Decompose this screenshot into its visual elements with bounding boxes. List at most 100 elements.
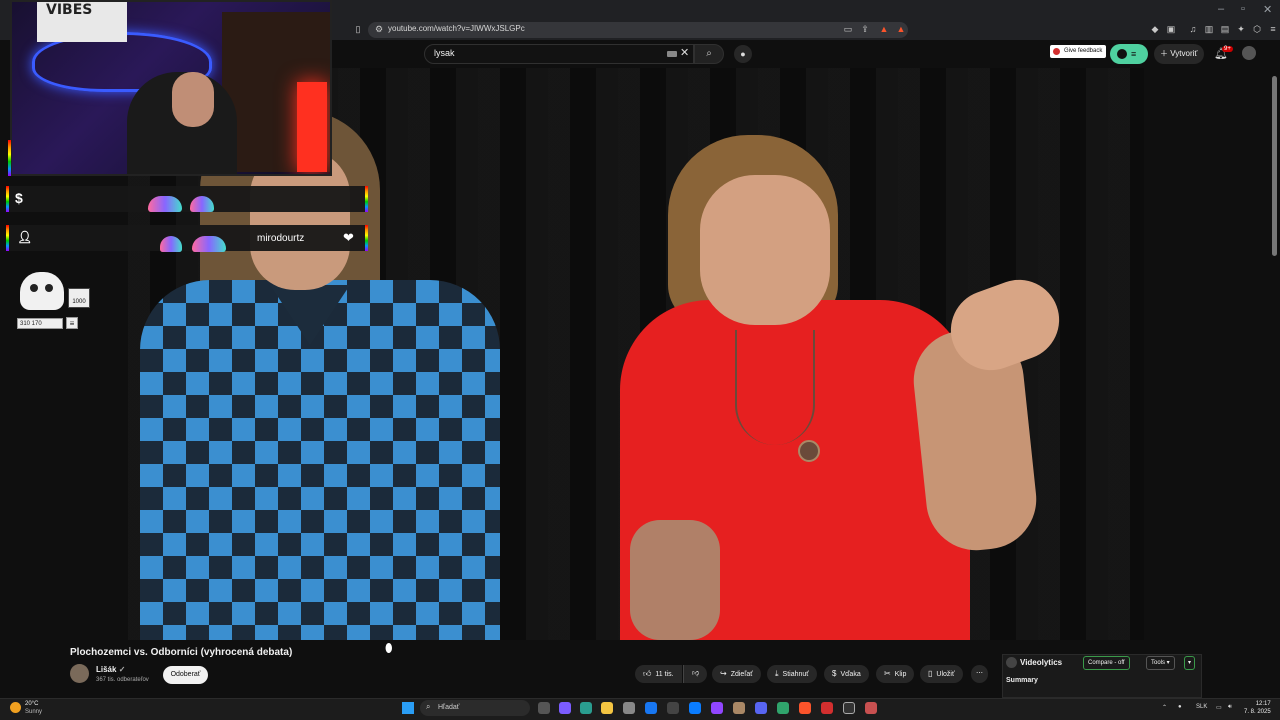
skull-eye <box>30 284 38 292</box>
task-view-icon[interactable] <box>538 702 550 714</box>
network-icon[interactable]: ▭ <box>1216 704 1222 711</box>
search-icon: ⌕ <box>706 48 712 59</box>
weather-temperature: 20°C <box>25 701 39 707</box>
taskbar-clock[interactable]: 12:17 7. 8. 2025 <box>1244 700 1271 716</box>
site-info-icon[interactable]: ⚙ <box>374 24 384 34</box>
download-button[interactable]: ⤓ Stiahnuť <box>767 665 817 683</box>
thanks-icon: $ <box>832 669 837 678</box>
seek-handle-icon[interactable]: ⬮ <box>385 641 395 657</box>
extension-icon[interactable]: ▣ <box>1166 24 1176 34</box>
give-feedback-button[interactable]: Give feedback <box>1050 45 1107 58</box>
brave-rewards-icon[interactable]: ▲ <box>896 24 906 34</box>
start-button[interactable] <box>402 702 414 714</box>
compare-toggle[interactable]: Compare - off <box>1083 656 1130 670</box>
extension-icon[interactable]: ✦ <box>1236 24 1246 34</box>
alert-decoration <box>160 236 182 252</box>
sidebar-icon[interactable]: ▥ <box>1204 24 1214 34</box>
wallet-icon[interactable]: ▤ <box>1220 24 1230 34</box>
page-right-area <box>1144 68 1280 640</box>
goal-menu-icon: ≡ <box>66 317 78 329</box>
obs-icon[interactable] <box>843 702 855 714</box>
thanks-button[interactable]: $ Vďaka <box>824 665 869 683</box>
address-text: youtube.com/watch?v=JIWWxJSLGPc <box>388 24 525 33</box>
brave-shield-icon[interactable]: ▲ <box>879 24 889 34</box>
copilot-icon[interactable] <box>559 702 571 714</box>
expand-dropdown[interactable]: ▾ <box>1184 656 1196 670</box>
compare-label: Compare - off <box>1088 660 1125 666</box>
search-input[interactable] <box>424 44 694 64</box>
extension-icon[interactable]: ◆ <box>1150 24 1160 34</box>
clock-time: 12:17 <box>1255 701 1271 707</box>
app-icon[interactable] <box>821 702 833 714</box>
app-icon[interactable] <box>667 702 679 714</box>
goal-target-box: 1000 <box>68 288 90 308</box>
menu-icon[interactable]: ≡ <box>1268 24 1278 34</box>
videolytics-title: Videolytics <box>1020 658 1063 667</box>
voice-search-button[interactable]: ● <box>734 45 752 63</box>
search-button[interactable]: ⌕ <box>694 44 724 64</box>
rainbow-border <box>365 186 368 212</box>
account-avatar[interactable] <box>1242 46 1256 60</box>
subscriber-count: 367 tis. odberateľov <box>96 677 149 683</box>
thanks-label: Vďaka <box>840 671 861 678</box>
sun-icon[interactable] <box>10 702 21 713</box>
app-icon[interactable] <box>733 702 745 714</box>
rainbow-border <box>8 140 11 176</box>
like-button[interactable]: 👍︎ 11 tis. <box>635 665 682 683</box>
latest-follower-name: mirodourtz <box>257 233 305 244</box>
videolytics-logo-icon <box>1006 657 1017 668</box>
rainbow-border <box>6 186 9 212</box>
red-light <box>297 82 327 172</box>
twitch-icon[interactable] <box>711 702 723 714</box>
close-window-icon[interactable]: ✕ <box>1263 3 1272 16</box>
facebook-icon[interactable] <box>645 702 657 714</box>
messenger-icon[interactable] <box>689 702 701 714</box>
alert-decoration <box>192 236 226 252</box>
vpn-icon[interactable]: ⬡ <box>1252 24 1262 34</box>
share-button[interactable]: ↪ Zdieľať <box>712 665 761 683</box>
page-scrollbar[interactable] <box>1272 76 1277 256</box>
like-count: 11 tis. <box>655 671 674 678</box>
rainbow-border <box>6 225 9 251</box>
store-icon[interactable] <box>623 702 635 714</box>
more-actions-button[interactable]: ⋯ <box>971 665 988 683</box>
file-explorer-icon[interactable] <box>601 702 613 714</box>
app-icon[interactable] <box>865 702 877 714</box>
tools-dropdown[interactable]: Tools ▾ <box>1146 656 1175 670</box>
more-icon: ⋯ <box>976 670 983 677</box>
clip-button[interactable]: ✂ Klip <box>876 665 915 683</box>
brave-icon[interactable] <box>799 702 811 714</box>
keyboard-language[interactable]: SLK <box>1196 704 1207 710</box>
channel-name[interactable]: Lišák ✓ <box>96 665 125 674</box>
create-button[interactable]: ＋ Vytvoriť <box>1154 44 1204 64</box>
keyboard-icon[interactable] <box>667 51 677 57</box>
maximize-icon[interactable]: ▫ <box>1241 3 1245 15</box>
minimize-icon[interactable]: – <box>1218 3 1224 15</box>
microphone-icon[interactable]: ● <box>1178 704 1182 710</box>
clear-search-icon[interactable]: ✕ <box>680 46 689 59</box>
share-label: Zdieľať <box>730 671 753 678</box>
taskbar-search[interactable]: Hľadať <box>420 700 530 716</box>
discord-icon[interactable] <box>755 702 767 714</box>
channel-avatar[interactable] <box>70 664 89 683</box>
clock-date: 7. 8. 2025 <box>1244 709 1271 715</box>
app-icon[interactable] <box>777 702 789 714</box>
share-page-icon[interactable]: ⇪ <box>860 24 870 34</box>
screen: – ▫ ✕ ▯ ⚙ youtube.com/watch?v=JIWWxJSLGP… <box>0 0 1280 720</box>
save-button[interactable]: ▯ Uložiť <box>920 665 963 683</box>
tray-overflow-icon[interactable]: ⌃ <box>1162 704 1167 711</box>
notification-badge: 9+ <box>1222 46 1233 52</box>
volume-icon[interactable]: 🔊︎ <box>1228 704 1232 711</box>
microphone-icon: ● <box>740 49 746 59</box>
extension-pill-button[interactable]: ≡ <box>1110 44 1148 64</box>
subscribe-button[interactable]: Odoberať <box>163 666 208 684</box>
skull-eye <box>45 284 53 292</box>
dollar-icon: $ <box>15 190 23 206</box>
download-icon: ⤓ <box>775 669 779 678</box>
media-icon[interactable]: ♫ <box>1188 24 1198 34</box>
edge-icon[interactable] <box>580 702 592 714</box>
install-app-icon[interactable]: ▭ <box>843 24 853 34</box>
wall-shirt-text: VIBES <box>46 2 93 18</box>
dislike-button[interactable]: 👎︎ <box>683 665 708 683</box>
bookmark-icon[interactable]: ▯ <box>353 24 363 34</box>
